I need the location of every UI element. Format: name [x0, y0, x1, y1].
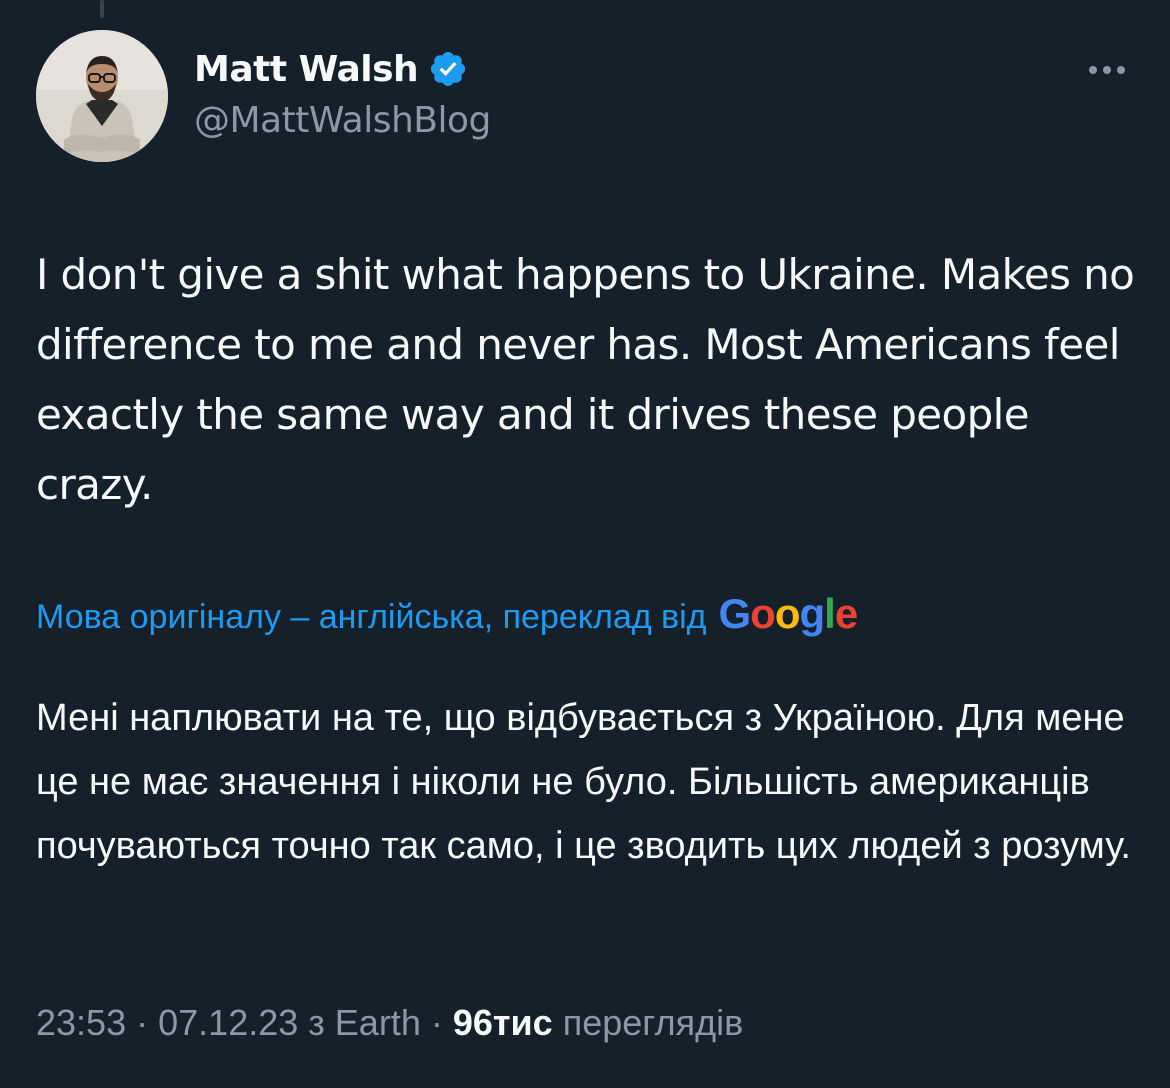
google-logo-letter: o: [750, 590, 776, 637]
tweet-source: з Earth: [308, 1002, 421, 1043]
google-logo-letter: G: [718, 590, 752, 637]
tweet-text: I don't give a shit what happens to Ukra…: [36, 250, 1135, 509]
tweet-meta: 23:53 · 07.12.23 з Earth · 96тис перегля…: [36, 1002, 743, 1044]
tweet-time[interactable]: 23:53: [36, 1002, 126, 1043]
avatar[interactable]: [36, 30, 168, 162]
google-logo-letter: g: [799, 590, 825, 637]
translation-note: Мова оригіналу – англійська, переклад ві…: [36, 590, 859, 638]
author-block: Matt Walsh @MattWalshBlog: [194, 46, 491, 142]
avatar-photo: [36, 30, 168, 162]
views-count: 96тис: [452, 1002, 553, 1043]
more-options-button[interactable]: [1084, 56, 1130, 84]
verified-badge-icon[interactable]: [428, 49, 468, 89]
translation-note-link[interactable]: Мова оригіналу – англійська, переклад ві…: [36, 598, 707, 637]
google-logo-letter: l: [824, 590, 836, 637]
views-label: переглядів: [562, 1002, 744, 1043]
google-logo-letter: o: [774, 590, 801, 637]
name-row: Matt Walsh: [194, 46, 491, 92]
meta-separator: ·: [136, 1002, 149, 1043]
thread-connector-line: [100, 0, 104, 18]
more-horizontal-icon: [1089, 66, 1125, 74]
google-logo: Google: [718, 590, 859, 638]
meta-separator: ·: [430, 1002, 443, 1043]
google-logo-letter: e: [834, 590, 858, 637]
author-display-name[interactable]: Matt Walsh: [194, 49, 419, 90]
tweet-date[interactable]: 07.12.23: [158, 1002, 298, 1043]
author-handle[interactable]: @MattWalshBlog: [194, 100, 491, 141]
translated-tweet-text: Мені наплювати на те, що відбувається з …: [36, 697, 1131, 867]
